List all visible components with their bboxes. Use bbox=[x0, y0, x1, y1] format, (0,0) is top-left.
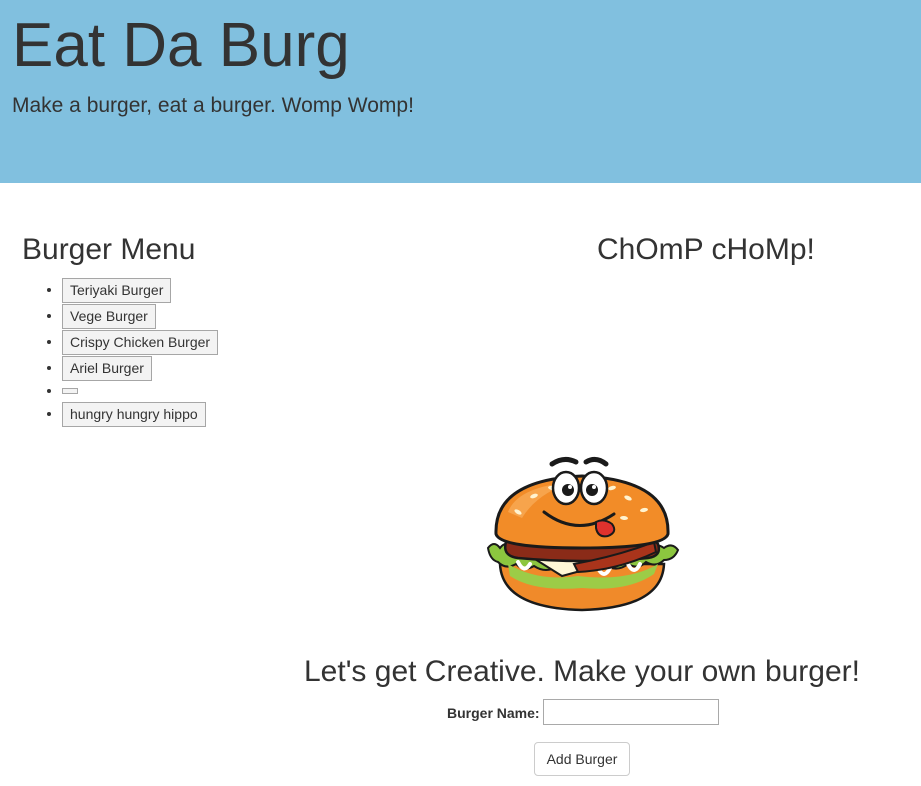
list-item: Crispy Chicken Burger bbox=[62, 328, 219, 355]
list-item: Vege Burger bbox=[62, 302, 218, 329]
list-item bbox=[62, 380, 218, 400]
devour-burger-button[interactable]: Teriyaki Burger bbox=[62, 277, 172, 303]
devour-burger-button[interactable]: Vege Burger bbox=[62, 303, 156, 329]
list-item: Ariel Burger bbox=[62, 354, 218, 381]
burger-menu-list: Teriyaki Burger Vege Burger Crispy Chick… bbox=[22, 276, 219, 427]
devour-burger-button[interactable]: hungry hungry hippo bbox=[62, 401, 206, 427]
add-burger-button[interactable]: Add Burger bbox=[534, 742, 630, 776]
devour-burger-button[interactable] bbox=[62, 388, 78, 395]
devour-burger-button[interactable]: Ariel Burger bbox=[62, 355, 152, 381]
burger-name-label: Burger Name: bbox=[447, 705, 540, 721]
devoured-heading: ChOmP cHoMp! bbox=[597, 233, 815, 266]
list-item: hungry hungry hippo bbox=[62, 400, 218, 427]
site-tagline: Make a burger, eat a burger. Womp Womp! bbox=[12, 94, 414, 117]
header-banner: Eat Da Burg Make a burger, eat a burger.… bbox=[0, 0, 921, 183]
burger-menu-heading: Burger Menu bbox=[22, 233, 196, 266]
burger-name-input[interactable] bbox=[543, 699, 719, 725]
site-title: Eat Da Burg bbox=[12, 11, 350, 80]
create-burger-heading: Let's get Creative. Make your own burger… bbox=[304, 655, 860, 688]
burger-mascot-icon bbox=[486, 456, 680, 612]
list-item: Teriyaki Burger bbox=[62, 276, 218, 303]
devour-burger-button[interactable]: Crispy Chicken Burger bbox=[62, 329, 219, 355]
